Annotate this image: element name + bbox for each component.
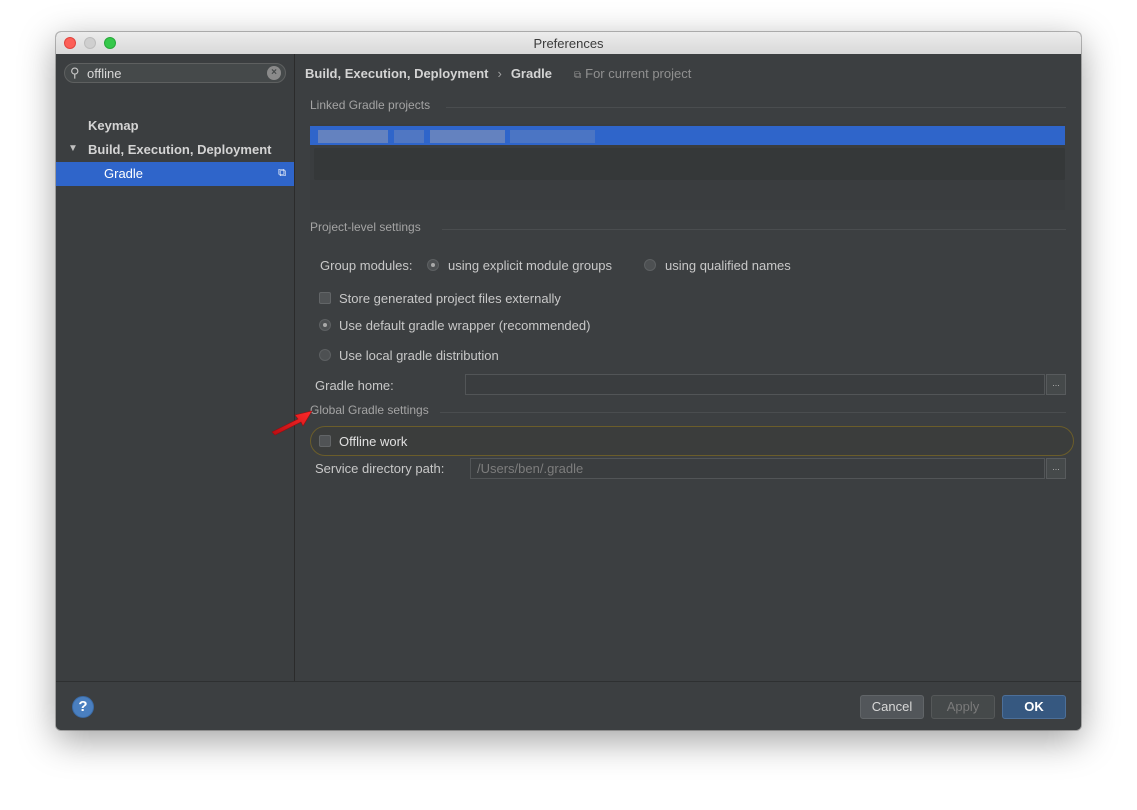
sidebar-item-gradle[interactable]: Gradle ⧉ bbox=[56, 162, 294, 186]
group-modules-label: Group modules: bbox=[320, 258, 413, 273]
breadcrumb-separator: › bbox=[497, 66, 502, 81]
qualified-names-radio[interactable] bbox=[644, 259, 656, 271]
breadcrumb-current: Gradle bbox=[510, 66, 552, 81]
service-directory-label: Service directory path: bbox=[315, 461, 445, 476]
project-settings-title: Project-level settings bbox=[310, 220, 421, 234]
section-divider bbox=[442, 229, 1066, 230]
local-distribution-radio[interactable] bbox=[319, 349, 331, 361]
service-directory-field[interactable]: /Users/ben/.gradle bbox=[470, 458, 1045, 479]
sidebar-item-label: Gradle bbox=[104, 166, 144, 181]
settings-sidebar: ⚲ × Keymap ▼ Build, Execution, Deploymen… bbox=[56, 54, 295, 681]
title-bar: Preferences bbox=[56, 32, 1081, 55]
section-divider bbox=[446, 107, 1066, 108]
red-arrow-icon bbox=[271, 410, 313, 436]
sidebar-item-label: Keymap bbox=[88, 118, 139, 133]
search-input[interactable] bbox=[87, 65, 257, 81]
project-scope-label: ⧉ For current project bbox=[574, 66, 692, 81]
offline-work-checkbox[interactable] bbox=[319, 435, 331, 447]
settings-search: ⚲ × bbox=[64, 63, 286, 83]
store-external-checkbox[interactable] bbox=[319, 292, 331, 304]
sidebar-item-build-execution-deployment[interactable]: ▼ Build, Execution, Deployment bbox=[56, 138, 294, 162]
sidebar-item-keymap[interactable]: Keymap bbox=[56, 114, 294, 138]
gradle-home-label: Gradle home: bbox=[315, 378, 394, 393]
offline-work-label[interactable]: Offline work bbox=[339, 434, 407, 449]
ok-button[interactable]: OK bbox=[1002, 695, 1066, 719]
project-scope-icon: ⧉ bbox=[574, 70, 582, 81]
project-scope-icon: ⧉ bbox=[278, 167, 286, 179]
linked-projects-list[interactable] bbox=[310, 124, 1065, 210]
section-divider bbox=[440, 412, 1066, 413]
preferences-window: Preferences ⚲ × Keymap ▼ Build, Executio… bbox=[56, 32, 1081, 730]
redacted-path bbox=[430, 130, 505, 143]
redacted-path bbox=[394, 130, 424, 143]
redacted-path bbox=[510, 130, 595, 143]
cancel-button[interactable]: Cancel bbox=[860, 695, 924, 719]
linked-projects-title: Linked Gradle projects bbox=[310, 98, 431, 112]
clear-search-icon[interactable]: × bbox=[267, 66, 281, 80]
local-distribution-label[interactable]: Use local gradle distribution bbox=[339, 348, 499, 363]
settings-content: Build, Execution, Deployment › Gradle ⧉ For … bbox=[295, 54, 1081, 681]
linked-project-row[interactable] bbox=[310, 126, 1065, 145]
window-title: Preferences bbox=[533, 36, 604, 51]
store-external-label[interactable]: Store generated project files externally bbox=[339, 291, 561, 306]
offline-work-highlight bbox=[310, 426, 1074, 456]
default-wrapper-label[interactable]: Use default gradle wrapper (recommended) bbox=[339, 318, 590, 333]
sidebar-item-label: Build, Execution, Deployment bbox=[88, 142, 272, 157]
help-button[interactable]: ? bbox=[72, 696, 94, 718]
gradle-home-browse-button[interactable]: ... bbox=[1046, 374, 1066, 395]
breadcrumb-parent[interactable]: Build, Execution, Deployment bbox=[305, 66, 488, 81]
default-wrapper-radio[interactable] bbox=[319, 319, 331, 331]
expand-arrow-icon[interactable]: ▼ bbox=[68, 143, 78, 154]
global-settings-title: Global Gradle settings bbox=[310, 403, 429, 417]
service-directory-browse-button[interactable]: ... bbox=[1046, 458, 1066, 479]
explicit-module-groups-radio[interactable] bbox=[427, 259, 439, 271]
explicit-module-groups-label[interactable]: using explicit module groups bbox=[448, 258, 612, 273]
search-icon[interactable]: ⚲ bbox=[70, 65, 80, 81]
gradle-home-field[interactable] bbox=[465, 374, 1045, 395]
redacted-path bbox=[318, 130, 388, 143]
dialog-footer: ? Cancel Apply OK bbox=[56, 681, 1081, 730]
breadcrumb: Build, Execution, Deployment › Gradle ⧉ For … bbox=[305, 66, 691, 81]
qualified-names-label[interactable]: using qualified names bbox=[665, 258, 791, 273]
apply-button[interactable]: Apply bbox=[931, 695, 995, 719]
linked-project-detail-row bbox=[314, 148, 1065, 180]
